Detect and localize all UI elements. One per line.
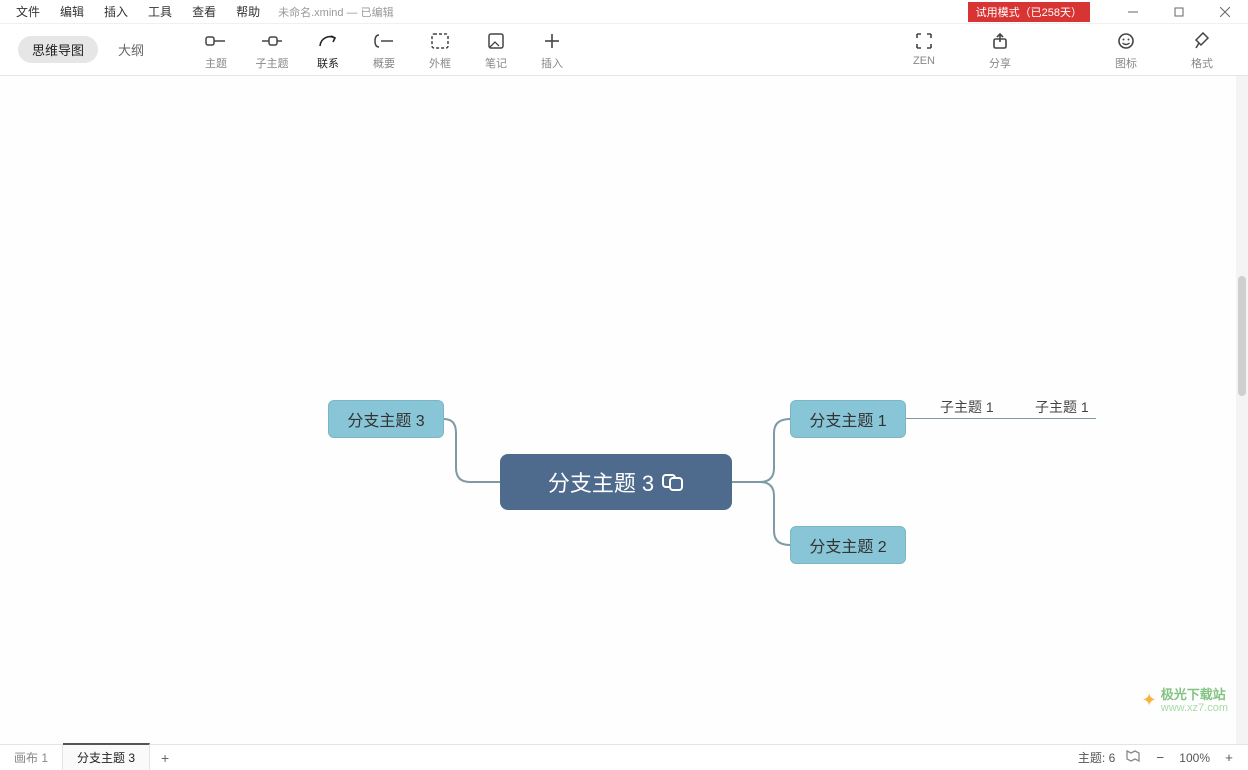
node-branch-2-label: 分支主题 2 [809, 533, 886, 557]
smiley-icon [1117, 29, 1135, 53]
zoom-out-button[interactable]: − [1151, 749, 1169, 767]
tool-format-label: 格式 [1191, 55, 1213, 71]
watermark-site: www.xz7.com [1161, 702, 1228, 714]
mindmap-canvas[interactable]: 分支主题 3 分支主题 3 分支主题 1 分支主题 2 子主题 1 子主题 1 … [0, 76, 1248, 744]
menu-view[interactable]: 查看 [182, 0, 226, 23]
tool-note[interactable]: 笔记 [468, 29, 524, 71]
hyperlink-icon [662, 472, 684, 492]
node-subtopic-1b[interactable]: 子主题 1 [1035, 397, 1089, 417]
tool-note-label: 笔记 [485, 55, 507, 71]
summary-icon [373, 29, 395, 53]
node-branch-2[interactable]: 分支主题 2 [790, 526, 906, 564]
tool-zen-label: ZEN [913, 55, 935, 67]
zoom-in-button[interactable]: + [1220, 749, 1238, 767]
tool-insert[interactable]: 插入 [524, 29, 580, 71]
tool-subtopic-label: 子主题 [256, 55, 289, 71]
relationship-icon [317, 29, 339, 53]
insert-icon [543, 29, 561, 53]
menu-edit[interactable]: 编辑 [50, 0, 94, 23]
tool-zen[interactable]: ZEN [896, 29, 952, 71]
node-central[interactable]: 分支主题 3 [500, 454, 732, 510]
menu-insert[interactable]: 插入 [94, 0, 138, 23]
node-subtopic-1a[interactable]: 子主题 1 [940, 397, 994, 417]
vertical-scrollbar[interactable] [1236, 76, 1248, 744]
tool-share[interactable]: 分享 [972, 29, 1028, 71]
menu-bar: 文件 编辑 插入 工具 查看 帮助 [0, 0, 270, 23]
menu-help[interactable]: 帮助 [226, 0, 270, 23]
statusbar: 画布 1 分支主题 3 + 主题: 6 − 100% + [0, 744, 1248, 770]
watermark-logo-icon: ✦ [1142, 690, 1157, 711]
tool-topic-label: 主题 [205, 55, 227, 71]
tool-relationship-label: 联系 [317, 55, 339, 71]
tool-group-main: 主题 子主题 联系 概要 外框 笔记 插入 [188, 29, 580, 71]
add-sheet-button[interactable]: + [150, 750, 180, 766]
tab-outline[interactable]: 大纲 [104, 36, 158, 63]
sheet-tab-2[interactable]: 分支主题 3 [63, 743, 150, 770]
scrollbar-thumb[interactable] [1238, 276, 1246, 396]
tool-share-label: 分享 [989, 55, 1011, 71]
node-central-label: 分支主题 3 [548, 466, 654, 498]
tool-group-right: ZEN 分享 图标 格式 [896, 29, 1230, 71]
view-toggle: 思维导图 大纲 [18, 36, 158, 63]
share-icon [991, 29, 1009, 53]
node-branch-3[interactable]: 分支主题 3 [328, 400, 444, 438]
window-controls [1110, 0, 1248, 24]
sheet-tab-1[interactable]: 画布 1 [0, 745, 63, 770]
topic-count: 主题: 6 [1078, 749, 1115, 766]
trial-badge[interactable]: 试用模式（已258天） [968, 2, 1090, 22]
toolbar: 思维导图 大纲 主题 子主题 联系 概要 外框 笔记 插入 [0, 24, 1248, 76]
tool-subtopic[interactable]: 子主题 [244, 29, 300, 71]
watermark-brand: 极光下载站 [1161, 688, 1228, 702]
boundary-icon [430, 29, 450, 53]
minimize-button[interactable] [1110, 0, 1156, 24]
topic-icon [205, 29, 227, 53]
tool-summary-label: 概要 [373, 55, 395, 71]
tool-relationship[interactable]: 联系 [300, 29, 356, 71]
zoom-level[interactable]: 100% [1179, 751, 1210, 765]
menu-file[interactable]: 文件 [6, 0, 50, 23]
node-branch-1-label: 分支主题 1 [809, 407, 886, 431]
format-icon [1193, 29, 1211, 53]
subtopic-underline [906, 418, 1096, 419]
tool-summary[interactable]: 概要 [356, 29, 412, 71]
watermark: ✦ 极光下载站 www.xz7.com [1142, 688, 1228, 714]
node-branch-1[interactable]: 分支主题 1 [790, 400, 906, 438]
document-title: 未命名.xmind — 已编辑 [270, 4, 394, 20]
close-button[interactable] [1202, 0, 1248, 24]
note-icon [487, 29, 505, 53]
tool-icons-label: 图标 [1115, 55, 1137, 71]
tool-boundary-label: 外框 [429, 55, 451, 71]
menu-tools[interactable]: 工具 [138, 0, 182, 23]
node-branch-3-label: 分支主题 3 [347, 407, 424, 431]
tool-insert-label: 插入 [541, 55, 563, 71]
tool-topic[interactable]: 主题 [188, 29, 244, 71]
subtopic-icon [261, 29, 283, 53]
tool-boundary[interactable]: 外框 [412, 29, 468, 71]
zen-icon [915, 29, 933, 53]
tool-format[interactable]: 格式 [1174, 29, 1230, 71]
map-overview-icon[interactable] [1125, 748, 1141, 767]
maximize-button[interactable] [1156, 0, 1202, 24]
tool-icons[interactable]: 图标 [1098, 29, 1154, 71]
tab-mindmap[interactable]: 思维导图 [18, 36, 98, 63]
titlebar: 文件 编辑 插入 工具 查看 帮助 未命名.xmind — 已编辑 试用模式（已… [0, 0, 1248, 24]
